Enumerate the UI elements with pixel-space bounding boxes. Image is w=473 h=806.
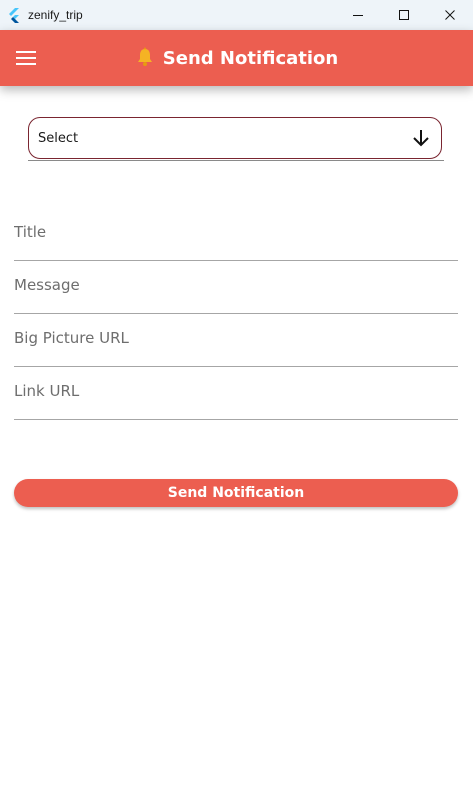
app-bar: Send Notification	[0, 30, 473, 86]
maximize-icon	[399, 10, 409, 20]
title-field[interactable]	[14, 209, 458, 261]
message-input[interactable]	[14, 276, 458, 294]
link-url-input[interactable]	[14, 382, 458, 400]
send-notification-button[interactable]: Send Notification	[14, 479, 458, 507]
title-input[interactable]	[14, 223, 458, 241]
bell-icon	[135, 47, 155, 72]
minimize-icon	[353, 15, 363, 16]
page-title-container: Send Notification	[0, 47, 473, 72]
flutter-logo-icon	[6, 7, 22, 23]
big-picture-url-input[interactable]	[14, 329, 458, 347]
close-button[interactable]	[427, 0, 473, 30]
message-field[interactable]	[14, 262, 458, 314]
dropdown-underline	[28, 160, 444, 161]
minimize-button[interactable]	[335, 0, 381, 30]
window-title: zenify_trip	[28, 8, 83, 22]
big-picture-url-field[interactable]	[14, 315, 458, 367]
maximize-button[interactable]	[381, 0, 427, 30]
dropdown-selected-value: Select	[38, 131, 79, 146]
link-url-field[interactable]	[14, 368, 458, 420]
window-titlebar: zenify_trip	[0, 0, 473, 30]
page-title: Send Notification	[162, 48, 339, 69]
arrow-down-icon	[411, 128, 431, 152]
recipient-dropdown[interactable]: Select	[28, 117, 442, 159]
close-icon	[445, 10, 455, 20]
